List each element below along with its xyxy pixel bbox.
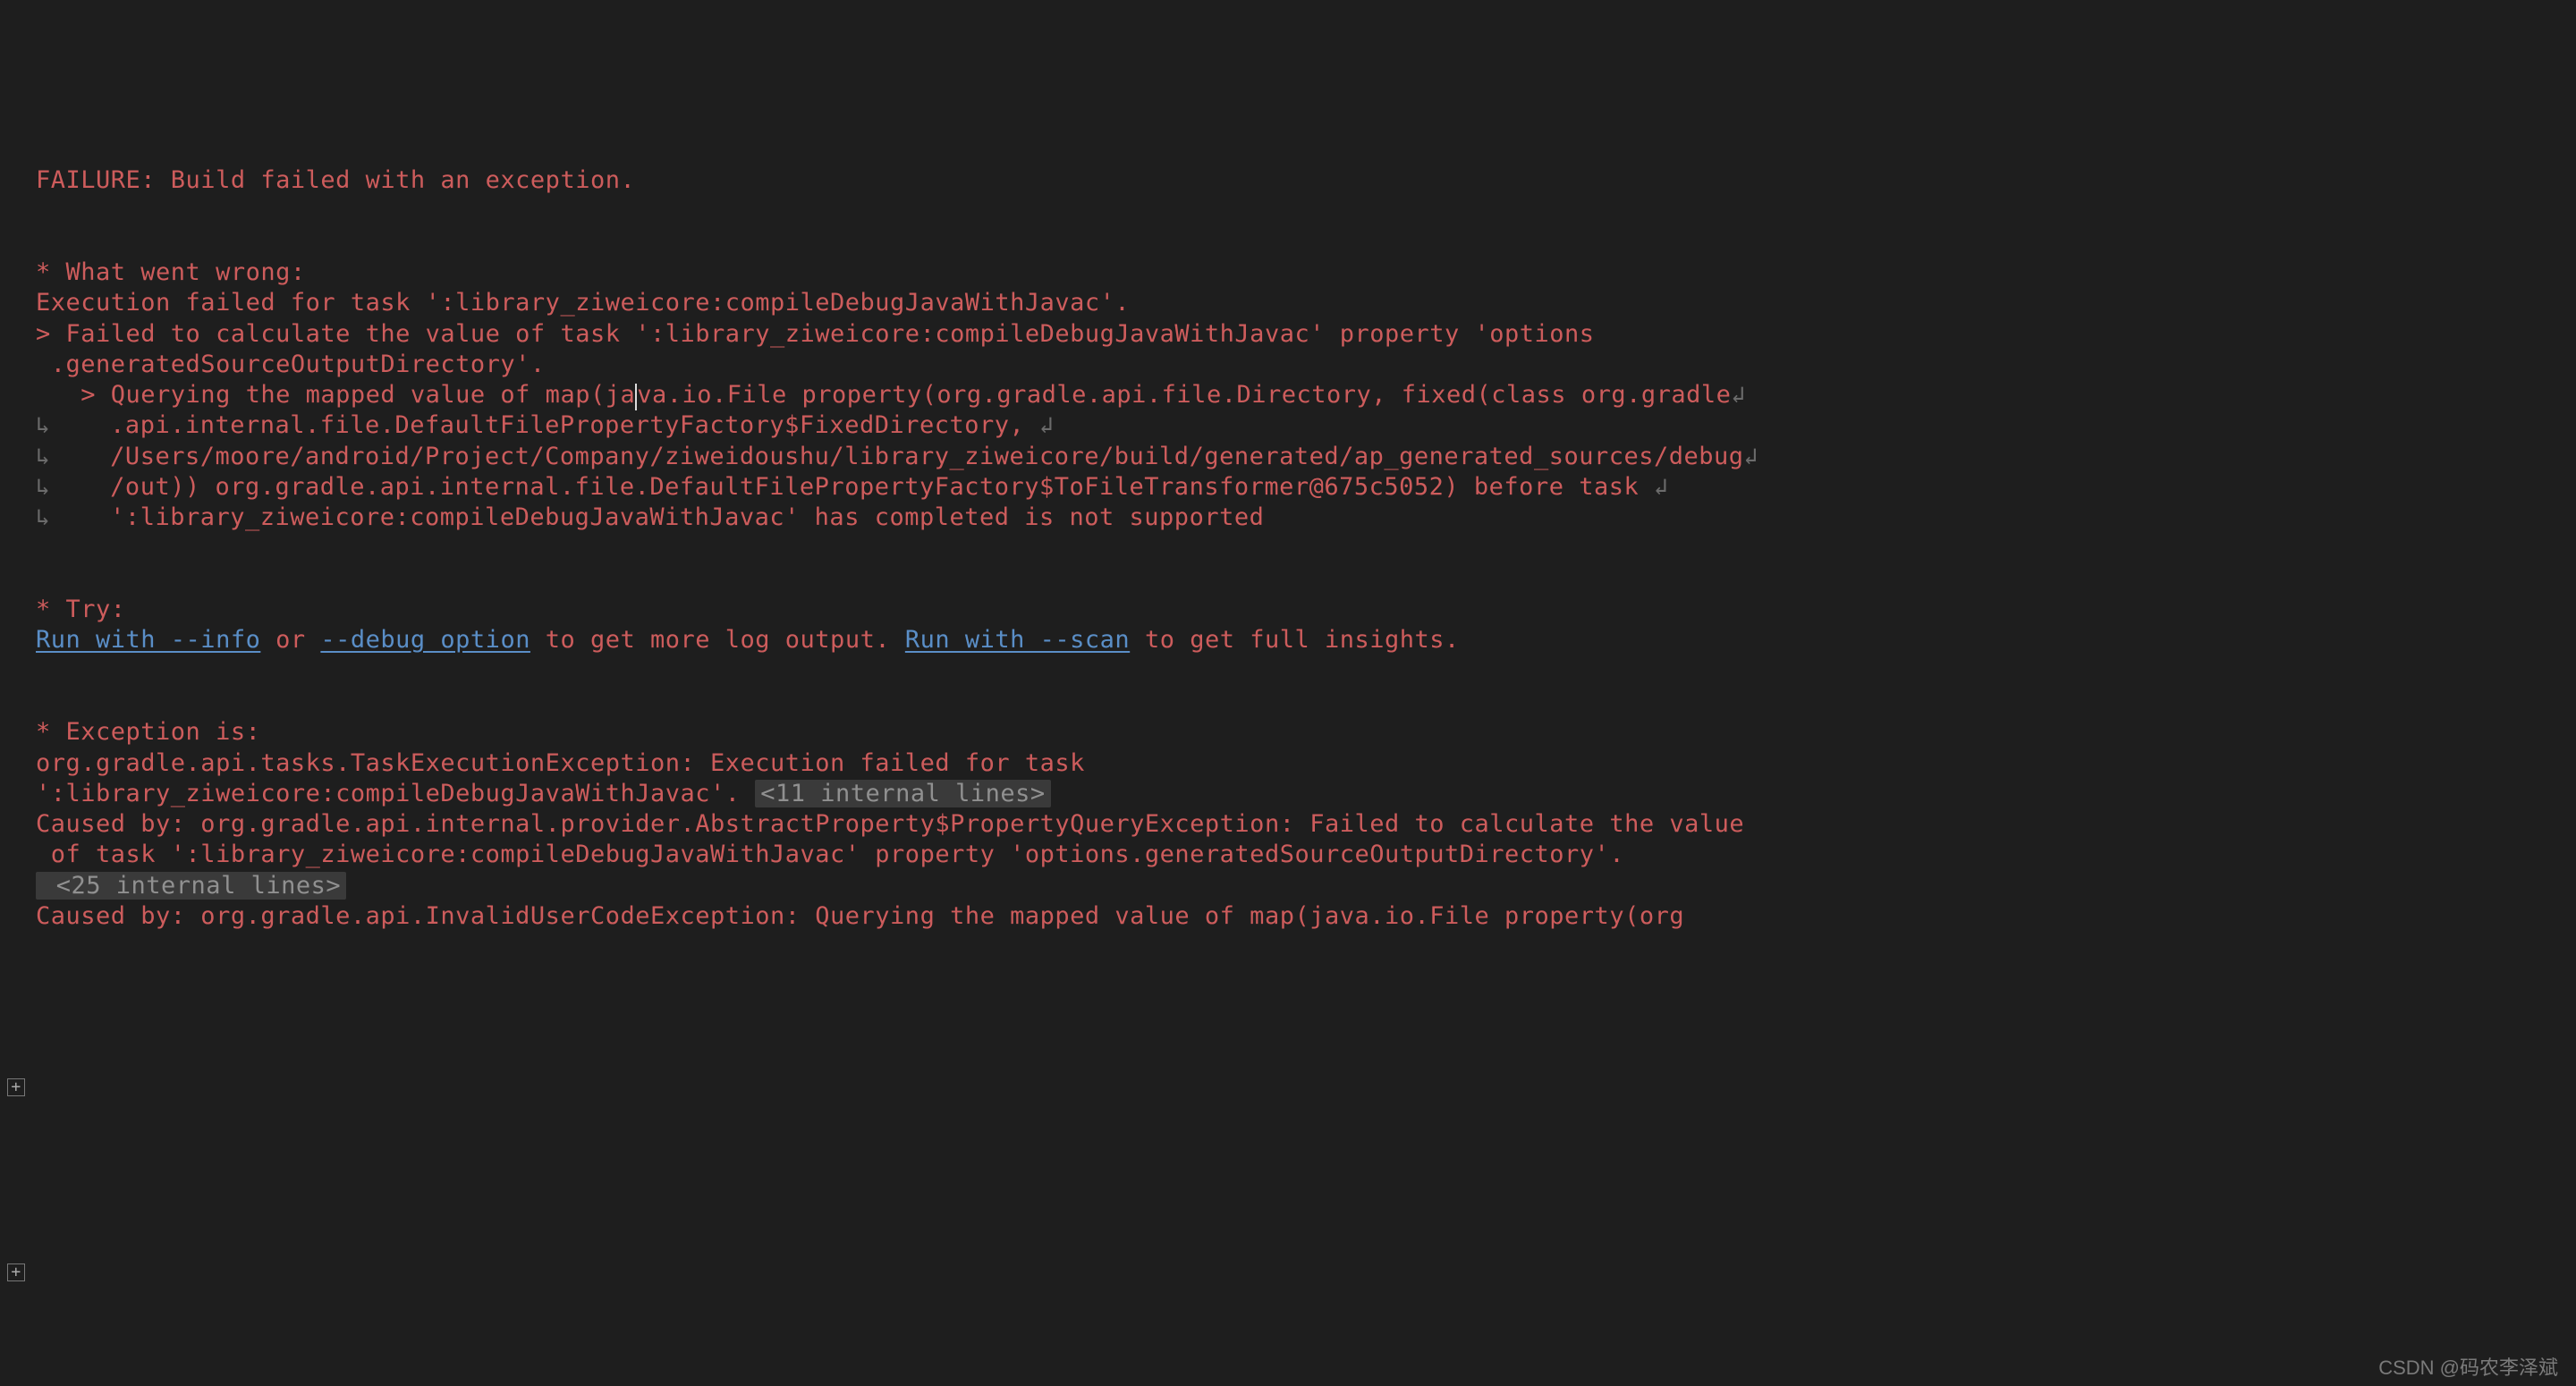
try-suggestion-line: Run with --info or --debug option to get…	[36, 626, 1460, 654]
caused-by-line: of task ':library_ziweicore:compileDebug…	[36, 841, 1640, 868]
error-section-header: * What went wrong:	[36, 258, 306, 286]
soft-wrap-icon: ↲	[1744, 444, 1758, 470]
fold-gutter: + +	[0, 0, 30, 932]
run-scan-link[interactable]: Run with --scan	[905, 626, 1130, 654]
error-line: .generatedSourceOutputDirectory'.	[36, 351, 546, 378]
watermark-text: CSDN @码农李泽斌	[2378, 1352, 2558, 1381]
text-cursor: a	[620, 381, 637, 409]
soft-wrap-icon: ↲	[1731, 382, 1745, 409]
exception-line: org.gradle.api.tasks.TaskExecutionExcept…	[36, 749, 1100, 777]
error-line: > Querying the mapped value of map(java.…	[36, 381, 1746, 409]
run-info-link[interactable]: Run with --info	[36, 626, 260, 654]
soft-wrap-icon: ↲	[1039, 412, 1054, 439]
caused-by-line: Caused by: org.gradle.api.InvalidUserCod…	[36, 902, 1684, 930]
soft-wrap-icon: ↲	[1654, 474, 1668, 501]
error-line: ↳ ':library_ziweicore:compileDebugJavaWi…	[36, 503, 1264, 531]
error-line: FAILURE: Build failed with an exception.	[36, 166, 635, 194]
run-debug-link[interactable]: --debug option	[320, 626, 530, 654]
folded-line: <25 internal lines>	[36, 872, 346, 900]
soft-wrap-cont-icon: ↳	[36, 474, 50, 501]
exception-line: ':library_ziweicore:compileDebugJavaWith…	[36, 780, 1051, 807]
error-section-header: * Try:	[36, 596, 126, 623]
error-line: > Failed to calculate the value of task …	[36, 320, 1595, 348]
error-line: Execution failed for task ':library_ziwe…	[36, 289, 1130, 317]
soft-wrap-cont-icon: ↳	[36, 412, 50, 439]
error-line: ↳ /out)) org.gradle.api.internal.file.De…	[36, 473, 1668, 501]
error-section-header: * Exception is:	[36, 718, 260, 746]
soft-wrap-cont-icon: ↳	[36, 504, 50, 531]
error-line: ↳ /Users/moore/android/Project/Company/z…	[36, 443, 1758, 470]
build-output-console[interactable]: + + FAILURE: Build failed with an except…	[0, 0, 2576, 932]
expand-fold-icon[interactable]: +	[7, 1078, 25, 1096]
error-line: ↳ .api.internal.file.DefaultFileProperty…	[36, 411, 1054, 439]
soft-wrap-cont-icon: ↳	[36, 444, 50, 470]
folded-stacktrace[interactable]: <25 internal lines>	[36, 872, 346, 900]
expand-fold-icon[interactable]: +	[7, 1263, 25, 1281]
folded-stacktrace[interactable]: <11 internal lines>	[755, 780, 1050, 807]
caused-by-line: Caused by: org.gradle.api.internal.provi…	[36, 810, 1744, 838]
